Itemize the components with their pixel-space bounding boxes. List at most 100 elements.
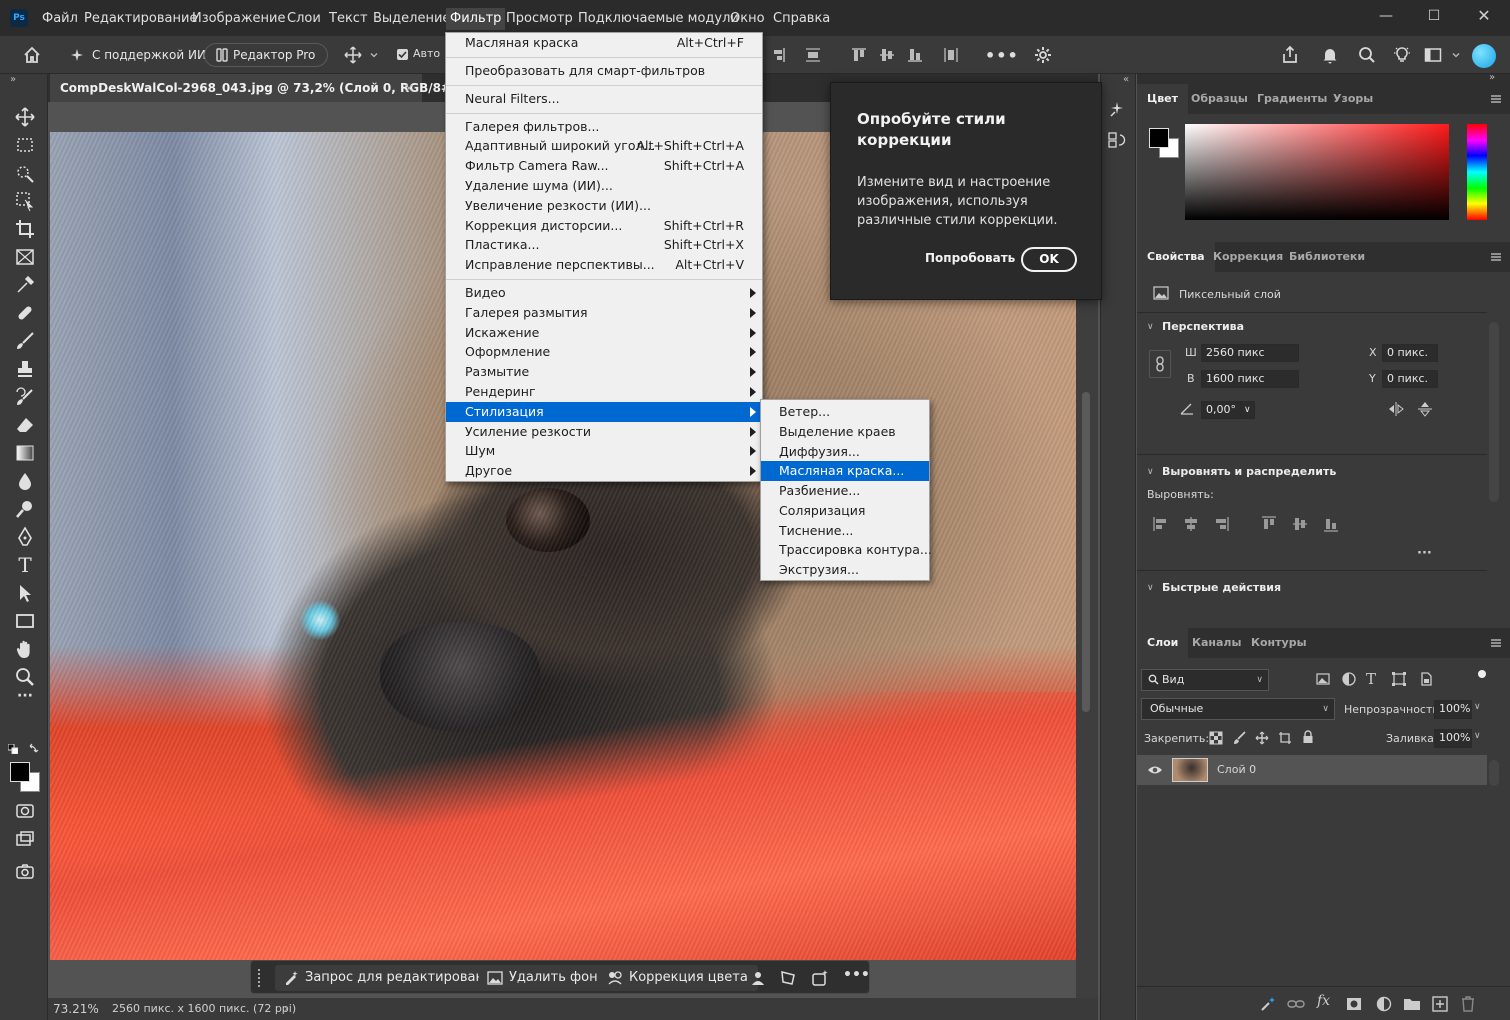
menu-item-adaptive-wide-angle[interactable]: Адаптивный широкий угол... Alt+Shift+Ctrl… (446, 136, 762, 156)
lock-artboard-icon[interactable] (1278, 731, 1292, 745)
expand-panel-icon[interactable]: » (1489, 72, 1495, 83)
lock-all-icon[interactable] (1302, 730, 1314, 744)
vertical-scroll-thumb[interactable] (1082, 392, 1090, 712)
x-field[interactable]: 0 пикс. (1382, 344, 1438, 362)
swap-colors-icon[interactable] (28, 742, 40, 754)
magic-select-tool-icon[interactable] (14, 162, 36, 184)
menu-item-sharpen-ai[interactable]: Увеличение резкости (ИИ)... (446, 196, 762, 216)
default-colors-icon[interactable] (8, 744, 18, 754)
lock-position-icon[interactable] (1255, 731, 1269, 745)
submenu-item-extrude[interactable]: Экструзия... (761, 560, 929, 580)
discover-icon[interactable] (1107, 100, 1127, 120)
crop-tool-icon[interactable] (14, 218, 36, 240)
object-select-tool-icon[interactable] (14, 190, 36, 212)
type-tool-icon[interactable]: T (14, 554, 36, 576)
menu-item-stylize[interactable]: Стилизация (446, 402, 762, 422)
align-left-icon[interactable] (1153, 516, 1169, 532)
fill-field[interactable]: 100% (1434, 729, 1472, 748)
submenu-item-find-edges[interactable]: Выделение краев (761, 422, 929, 442)
dodge-tool-icon[interactable] (14, 498, 36, 520)
menu-item-neural-filters[interactable]: Neural Filters... (446, 89, 762, 109)
chevron-down-icon[interactable] (370, 51, 378, 59)
submenu-item-oil-paint[interactable]: Масляная краска... (761, 461, 929, 481)
align-hcenter-icon[interactable] (1183, 516, 1199, 532)
menu-item-pixelate[interactable]: Оформление (446, 342, 762, 362)
angle-dropdown[interactable]: ∨ (1241, 401, 1255, 419)
flip-horizontal-icon[interactable] (1387, 401, 1405, 417)
path-select-tool-icon[interactable] (14, 582, 36, 604)
tab-paths[interactable]: Контуры (1241, 628, 1317, 658)
eraser-tool-icon[interactable] (14, 414, 36, 436)
rectangle-tool-icon[interactable] (14, 610, 36, 632)
menu-plugins[interactable]: Подключаемые модули (574, 8, 743, 30)
ai-layer-icon[interactable] (1259, 995, 1277, 1013)
gradient-tool-icon[interactable] (14, 442, 36, 464)
quick-mask-icon[interactable] (14, 800, 36, 822)
menu-item-denoise-ai[interactable]: Удаление шума (ИИ)... (446, 176, 762, 196)
link-dimensions-icon[interactable] (1149, 350, 1171, 378)
menu-item-filter-gallery[interactable]: Галерея фильтров... (446, 117, 762, 137)
marquee-tool-icon[interactable] (14, 134, 36, 156)
opacity-field[interactable]: 100% (1434, 700, 1472, 719)
align-bottom-icon[interactable] (907, 47, 923, 63)
history-icon[interactable] (1107, 130, 1127, 150)
tab-libraries[interactable]: Библиотеки (1279, 242, 1375, 272)
tab-layers[interactable]: Слои (1137, 628, 1189, 658)
color-correction-button[interactable]: Коррекция цвета (599, 965, 758, 991)
layers-scrollbar[interactable] (1489, 760, 1499, 786)
try-button[interactable]: Попробовать (925, 251, 1015, 265)
fill-slider-icon[interactable]: ∨ (1474, 731, 1481, 741)
layer-name[interactable]: Слой 0 (1217, 763, 1256, 776)
zoom-level[interactable]: 73.21% (53, 998, 99, 1020)
history-brush-tool-icon[interactable] (14, 386, 36, 408)
pen-tool-icon[interactable] (14, 526, 36, 548)
eyedropper-tool-icon[interactable] (14, 274, 36, 296)
maximize-icon[interactable]: ☐ (1422, 6, 1446, 26)
chevron-down-icon[interactable] (1452, 51, 1460, 59)
menu-view[interactable]: Просмотр (502, 8, 577, 30)
stamp-tool-icon[interactable] (14, 358, 36, 380)
frame-tool-icon[interactable] (14, 246, 36, 268)
minimize-icon[interactable]: — (1374, 6, 1398, 26)
filter-smart-object-icon[interactable] (1418, 671, 1434, 687)
menu-item-sharpen[interactable]: Усиление резкости (446, 422, 762, 442)
width-field[interactable]: 2560 пикс (1201, 344, 1299, 362)
panel-menu-icon[interactable] (1490, 251, 1502, 263)
auto-select-checkbox[interactable] (397, 49, 408, 60)
menu-image[interactable]: Изображение (188, 8, 289, 30)
menu-item-video[interactable]: Видео (446, 283, 762, 303)
lightbulb-icon[interactable] (1392, 45, 1412, 65)
ai-assist-button[interactable]: С поддержкой ИИ (58, 43, 206, 67)
screen-mode-icon[interactable] (14, 828, 36, 850)
opacity-slider-icon[interactable]: ∨ (1474, 702, 1481, 712)
menu-item-noise[interactable]: Шум (446, 441, 762, 461)
menu-item-distort[interactable]: Искажение (446, 323, 762, 343)
move-tool-icon[interactable] (14, 106, 36, 128)
menu-item-blur-gallery[interactable]: Галерея размытия (446, 303, 762, 323)
flip-vertical-icon[interactable] (1417, 400, 1433, 418)
menu-window[interactable]: Окно (726, 8, 769, 30)
generative-fill-icon[interactable] (811, 969, 829, 987)
move-tool-icon[interactable] (343, 45, 363, 65)
menu-filter[interactable]: Фильтр (446, 8, 506, 30)
menu-item-convert-smart-filters[interactable]: Преобразовать для смарт-фильтров (446, 61, 762, 81)
filter-toggle-icon[interactable] (1478, 670, 1486, 678)
align-section-title[interactable]: Выровнять и распределить (1162, 465, 1336, 478)
chevron-right-icon[interactable]: › (284, 998, 288, 1020)
filter-type-icon[interactable]: T (1366, 670, 1376, 688)
menu-item-oil-paint-last[interactable]: Масляная краска Alt+Ctrl+F (446, 33, 762, 53)
menu-item-other[interactable]: Другое (446, 461, 762, 481)
document-tab[interactable]: CompDeskWalCol-2968_043.jpg @ 73,2% (Сло… (50, 74, 467, 102)
more-options-icon[interactable]: ••• (985, 46, 1019, 65)
healing-brush-tool-icon[interactable] (14, 302, 36, 324)
new-group-icon[interactable] (1403, 995, 1421, 1013)
submenu-item-diffuse[interactable]: Диффузия... (761, 442, 929, 462)
gear-icon[interactable] (1033, 45, 1053, 65)
color-field[interactable] (1185, 124, 1449, 220)
foreground-color-chip[interactable] (1149, 128, 1169, 148)
tab-patterns[interactable]: Узоры (1323, 84, 1383, 114)
menu-text[interactable]: Текст (325, 8, 372, 30)
layer-filter-dropdown[interactable]: Вид ∨ (1141, 669, 1269, 691)
collapse-panel-icon[interactable]: » (10, 74, 16, 85)
angle-field[interactable]: 0,00° (1201, 401, 1241, 419)
